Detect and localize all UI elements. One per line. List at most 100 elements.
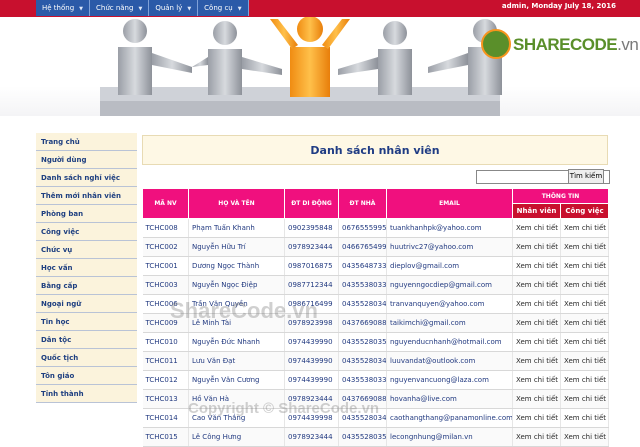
sidebar-item[interactable]: Tin học [36,313,137,331]
view-employee-link[interactable]: Xem chi tiết [512,237,561,257]
view-employee-link[interactable]: Xem chi tiết [512,294,561,314]
sidebar: Trang chủ Người dùng Danh sách nghỉ việc Th… [36,133,137,403]
sidebar-item[interactable]: Quốc tịch [36,349,137,367]
cell-mobile: 0902395848 [284,218,339,238]
cell-name: Nguyễn Văn Cương [188,370,285,390]
cell-id: TCHC003 [142,275,189,295]
cell-home: 0437669088 [338,313,387,333]
sidebar-item[interactable]: Ngoại ngữ [36,295,137,313]
view-work-link[interactable]: Xem chi tiết [560,408,610,428]
sidebar-item[interactable]: Thêm mới nhân viên [36,187,137,205]
view-work-link[interactable]: Xem chi tiết [560,351,610,371]
cell-email: nguyenvancuong@laza.com [386,370,513,390]
cell-name: Phạm Tuấn Khanh [188,218,285,238]
view-work-link[interactable]: Xem chi tiết [560,218,610,238]
cell-mobile: 0974439990 [284,351,339,371]
cell-email: huutrivc27@yahoo.com [386,237,513,257]
chevron-down-icon: ▼ [79,6,83,12]
col-header-id: MÃ NV [142,188,189,219]
sidebar-item[interactable]: Công việc [36,223,137,241]
view-work-link[interactable]: Xem chi tiết [560,275,610,295]
cell-home: 0466765499 [338,237,387,257]
sidebar-item[interactable]: Người dùng [36,151,137,169]
view-work-link[interactable]: Xem chi tiết [560,294,610,314]
cell-home: 0435528035 [338,332,387,352]
view-employee-link[interactable]: Xem chi tiết [512,313,561,333]
view-employee-link[interactable]: Xem chi tiết [512,370,561,390]
chevron-down-icon: ▼ [187,6,192,12]
sidebar-item[interactable]: Danh sách nghỉ việc [36,169,137,187]
search-button[interactable]: Tìm kiếm [568,169,604,184]
sidebar-item[interactable]: Phòng ban [36,205,137,223]
cell-id: TCHC008 [142,218,189,238]
view-work-link[interactable]: Xem chi tiết [560,370,610,390]
cell-home: 0435538033 [338,275,387,295]
cell-id: TCHC012 [142,370,189,390]
cell-email: caothangthang@panamonline.com [386,408,513,428]
brand-text: SHARECODE.vn [513,35,639,55]
sidebar-item[interactable]: Học vấn [36,259,137,277]
view-work-link[interactable]: Xem chi tiết [560,332,610,352]
cell-email: tuankhanhpk@yahoo.com [386,218,513,238]
menu-chuc-nang[interactable]: Chức năng ▼ [90,0,150,16]
sidebar-item[interactable]: Trang chủ [36,133,137,151]
cell-mobile: 0974439990 [284,332,339,352]
cell-name: Nguyễn Hữu Trí [188,237,285,257]
cell-email: hovanha@live.com [386,389,513,409]
menu-label: Chức năng [96,4,134,12]
table-row: TCHC002 Nguyễn Hữu Trí 0978923444 046676549… [142,237,610,257]
col-header-work: Công việc [559,203,610,219]
cell-id: TCHC002 [142,237,189,257]
cell-id: TCHC015 [142,427,189,447]
view-work-link[interactable]: Xem chi tiết [560,313,610,333]
view-employee-link[interactable]: Xem chi tiết [512,351,561,371]
table-row: TCHC015 Lê Công Hưng 0978923444 0435528035 l… [142,427,610,447]
col-header-name: HỌ VÀ TÊN [188,188,285,219]
cell-home: 0435538033 [338,370,387,390]
view-employee-link[interactable]: Xem chi tiết [512,427,561,447]
table-row: TCHC011 Lưu Văn Đạt 0974439990 0435528034 lu… [142,351,610,371]
watermark-bottom: Copyright © ShareCode.vn [188,400,380,417]
table-row: TCHC003 Nguyễn Ngọc Điệp 0987712344 0435538… [142,275,610,295]
brand-logo: SHARECODE.vn [481,29,640,63]
cell-email: dieplov@gmail.com [386,256,513,276]
view-employee-link[interactable]: Xem chi tiết [512,218,561,238]
view-employee-link[interactable]: Xem chi tiết [512,389,561,409]
user-info: admin, Monday July 18, 2016 [501,2,616,10]
cell-name: Dương Ngọc Thành [188,256,285,276]
sidebar-item[interactable]: Dân tộc [36,331,137,349]
menu-label: Công cụ [204,4,233,12]
view-work-link[interactable]: Xem chi tiết [560,389,610,409]
menu-cong-cu[interactable]: Công cụ ▼ [198,0,249,16]
table-row: TCHC001 Dương Ngọc Thành 0987016875 0435648… [142,256,610,276]
cell-id: TCHC010 [142,332,189,352]
cell-email: nguyenducnhanh@hotmail.com [386,332,513,352]
sidebar-item[interactable]: Bằng cấp [36,277,137,295]
view-work-link[interactable]: Xem chi tiết [560,237,610,257]
view-employee-link[interactable]: Xem chi tiết [512,332,561,352]
cell-email: tranvanquyen@yahoo.com [386,294,513,314]
view-employee-link[interactable]: Xem chi tiết [512,408,561,428]
view-work-link[interactable]: Xem chi tiết [560,427,610,447]
cell-name: Lưu Văn Đạt [188,351,285,371]
menu-he-thong[interactable]: Hệ thống ▼ [36,0,90,16]
sidebar-item[interactable]: Tôn giáo [36,367,137,385]
col-header-info: THÔNG TIN [511,188,610,204]
view-work-link[interactable]: Xem chi tiết [560,256,610,276]
menu-quan-ly[interactable]: Quản lý ▼ [149,0,199,16]
menu-label: Quản lý [155,4,183,12]
sidebar-item[interactable]: Chức vụ [36,241,137,259]
cell-home: 0435528035 [338,427,387,447]
view-employee-link[interactable]: Xem chi tiết [512,275,561,295]
col-header-home: ĐT NHÀ [338,188,387,219]
table-row: TCHC012 Nguyễn Văn Cương 0974439990 0435538… [142,370,610,390]
menu-label: Hệ thống [42,4,75,12]
cell-mobile: 0974439990 [284,370,339,390]
page-title: Danh sách nhân viên [142,135,608,165]
cell-email: luuvandat@outlook.com [386,351,513,371]
view-employee-link[interactable]: Xem chi tiết [512,256,561,276]
cell-id: TCHC001 [142,256,189,276]
chevron-down-icon: ▼ [138,6,143,12]
sidebar-item[interactable]: Tỉnh thành [36,385,137,403]
cell-home: 0435528034 [338,351,387,371]
